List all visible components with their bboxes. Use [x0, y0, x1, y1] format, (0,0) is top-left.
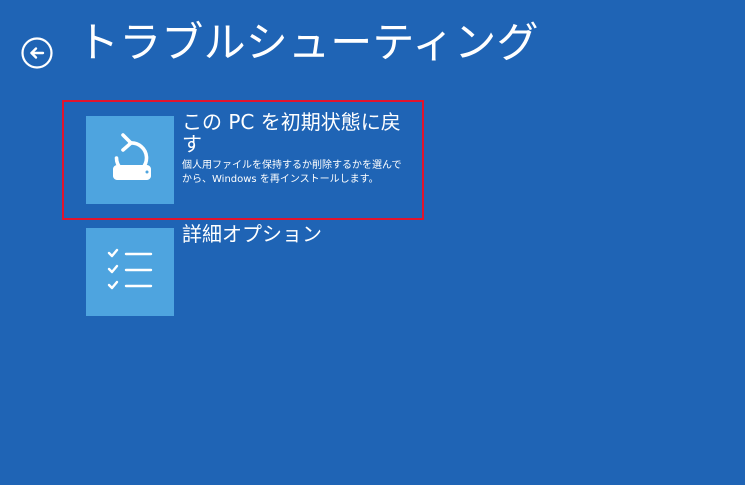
advanced-options-title: 詳細オプション — [182, 222, 322, 246]
page-title: トラブルシューティング — [77, 18, 539, 67]
advanced-options-text: 詳細オプション — [182, 222, 402, 246]
reset-pc-icon — [113, 133, 151, 180]
checklist-icon — [107, 248, 153, 290]
back-button[interactable] — [21, 37, 53, 69]
back-arrow-icon — [21, 37, 53, 69]
reset-this-pc-text: この PC を初期状態に戻す 個人用ファイルを保持するか削除するかを選んでから、… — [182, 111, 402, 186]
reset-this-pc-option[interactable]: この PC を初期状態に戻す 個人用ファイルを保持するか削除するかを選んでから、… — [86, 111, 406, 204]
header: トラブルシューティング — [0, 0, 745, 90]
advanced-options-option[interactable]: 詳細オプション — [86, 223, 406, 316]
reset-this-pc-description: 個人用ファイルを保持するか削除するかを選んでから、Windows を再インストー… — [182, 159, 402, 185]
reset-this-pc-tile[interactable] — [86, 116, 174, 204]
advanced-options-tile[interactable] — [86, 228, 174, 316]
reset-this-pc-title: この PC を初期状態に戻す — [182, 110, 401, 157]
